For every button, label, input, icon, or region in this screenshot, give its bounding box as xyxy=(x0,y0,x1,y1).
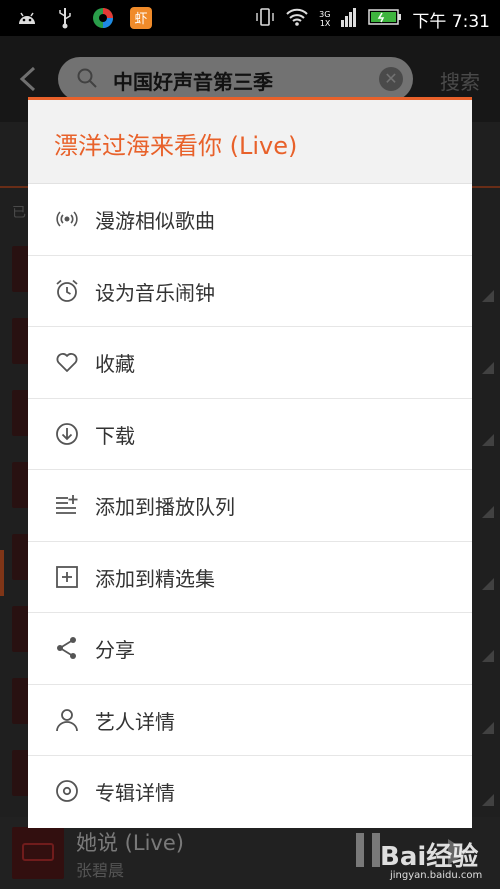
menu-item-label: 添加到精选集 xyxy=(95,566,215,591)
menu-item-share[interactable]: 分享 xyxy=(28,613,472,685)
vibrate-icon xyxy=(255,6,275,32)
album-icon xyxy=(54,778,80,804)
menu-item-label: 添加到播放队列 xyxy=(95,495,235,519)
menu-item-label: 设为音乐闹钟 xyxy=(95,280,215,305)
menu-item-favorite[interactable]: 收藏 xyxy=(28,327,472,399)
menu-item-label: 艺人详情 xyxy=(95,709,175,734)
svg-text:虾: 虾 xyxy=(134,12,147,27)
menu-item-add-to-queue[interactable]: 添加到播放队列 xyxy=(28,470,472,542)
download-icon xyxy=(54,421,80,447)
app-icon xyxy=(90,5,116,31)
dialog-menu: 漫游相似歌曲 设为音乐闹钟 收藏 下载 添加到播放队列 添加到精选集 分享 艺人… xyxy=(28,184,472,828)
menu-item-artist-details[interactable]: 艺人详情 xyxy=(28,685,472,756)
menu-item-album-details[interactable]: 专辑详情 xyxy=(28,756,472,828)
menu-item-label: 分享 xyxy=(95,638,135,662)
menu-item-label: 下载 xyxy=(95,423,135,448)
share-icon xyxy=(54,635,80,661)
heart-icon xyxy=(54,349,80,375)
menu-item-similar-songs[interactable]: 漫游相似歌曲 xyxy=(28,184,472,256)
watermark-url: jingyan.baidu.com xyxy=(390,870,483,881)
menu-item-label: 专辑详情 xyxy=(95,781,175,805)
status-bar: 虾 3G 1X 下午 7:31 xyxy=(0,0,500,36)
menu-item-label: 收藏 xyxy=(95,352,135,376)
menu-item-set-alarm[interactable]: 设为音乐闹钟 xyxy=(28,256,472,327)
signal-icon xyxy=(340,6,358,32)
dialog-header: 漂洋过海来看你 (Live) xyxy=(28,100,472,184)
dialog-title: 漂洋过海来看你 (Live) xyxy=(54,132,298,160)
menu-item-add-to-collection[interactable]: 添加到精选集 xyxy=(28,542,472,613)
person-icon xyxy=(54,707,80,733)
song-options-dialog: 漂洋过海来看你 (Live) 漫游相似歌曲 设为音乐闹钟 收藏 下载 添加到播放… xyxy=(28,97,472,828)
watermark: Bai经验 jingyan.baidu.com xyxy=(356,832,496,886)
menu-item-label: 漫游相似歌曲 xyxy=(95,209,215,233)
collection-add-icon xyxy=(54,564,80,590)
usb-icon xyxy=(52,5,78,31)
queue-add-icon xyxy=(54,492,80,518)
wifi-icon xyxy=(285,7,309,31)
android-icon xyxy=(14,5,40,31)
menu-item-download[interactable]: 下载 xyxy=(28,399,472,470)
battery-icon xyxy=(368,7,402,31)
radio-icon xyxy=(54,206,80,232)
clock: 下午 7:31 xyxy=(412,11,490,32)
xiami-icon: 虾 xyxy=(128,5,154,31)
network-indicator: 3G 1X xyxy=(319,10,331,28)
watermark-logo: Bai经验 xyxy=(380,842,479,872)
alarm-icon xyxy=(54,278,80,304)
